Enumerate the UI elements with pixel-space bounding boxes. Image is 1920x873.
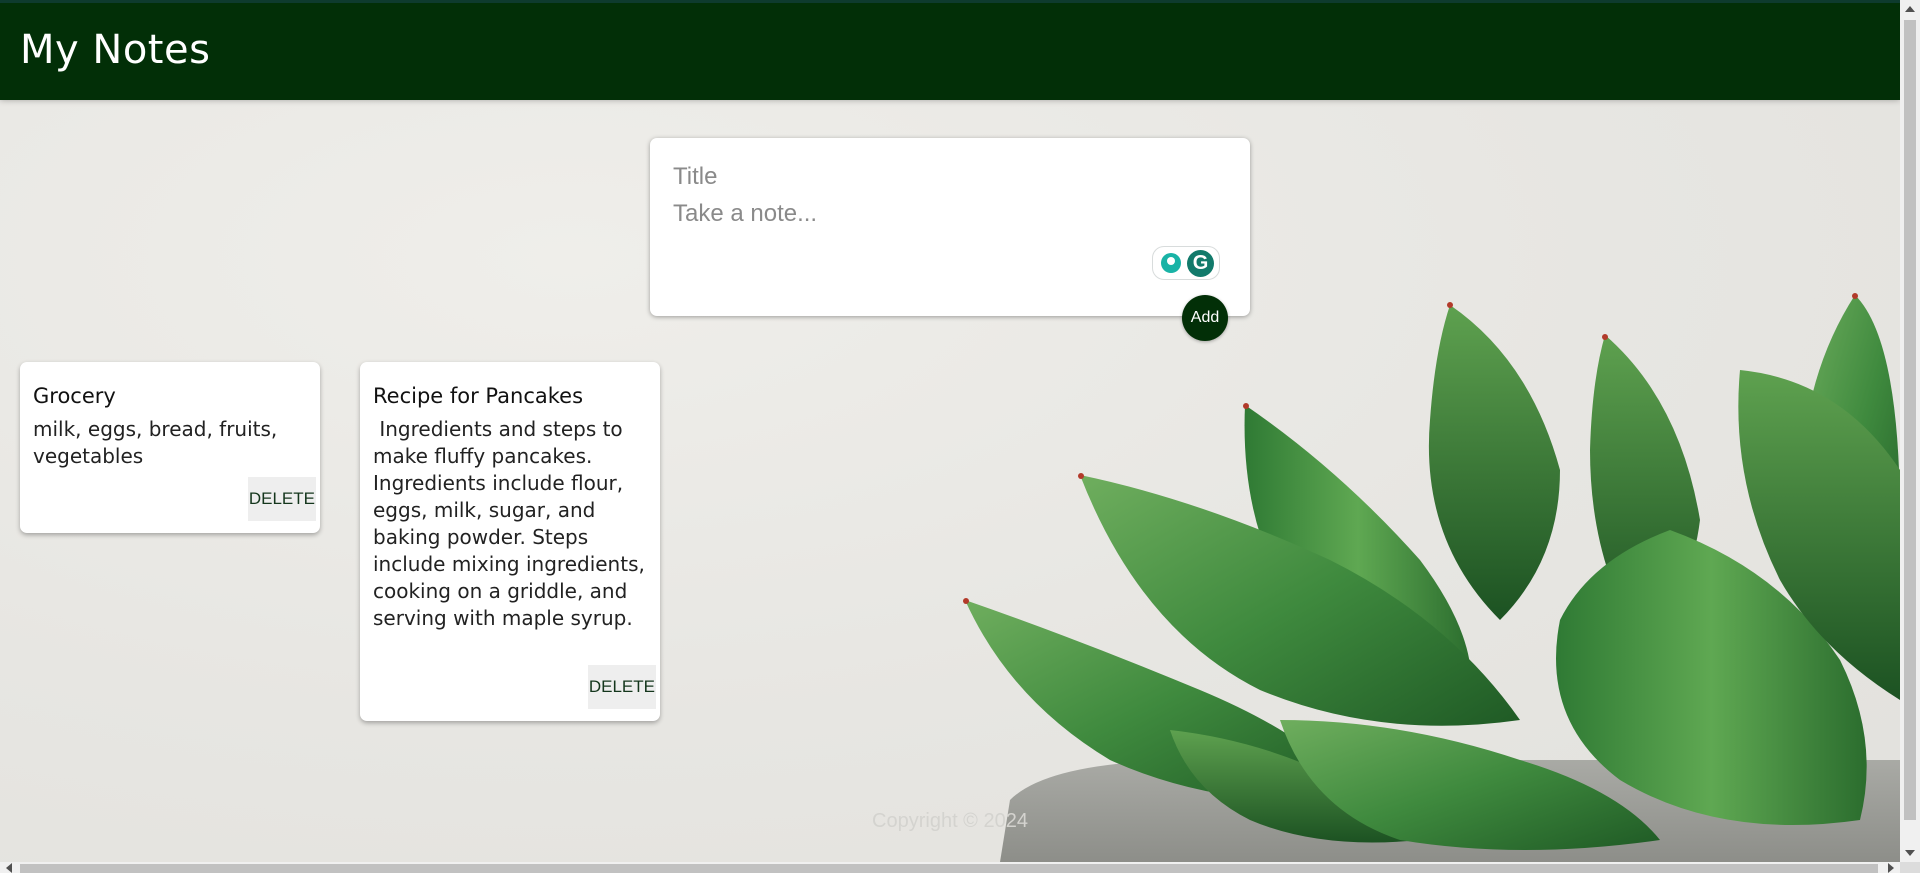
horizontal-scroll-thumb[interactable] bbox=[20, 864, 1878, 873]
grammarly-icon[interactable]: G bbox=[1187, 250, 1214, 277]
horizontal-scrollbar[interactable] bbox=[0, 862, 1900, 873]
copyright-text: Copyright © 2024 bbox=[872, 810, 1028, 832]
vertical-scroll-thumb[interactable] bbox=[1904, 20, 1916, 820]
lightbulb-icon[interactable] bbox=[1161, 253, 1181, 273]
app-header: My Notes bbox=[0, 0, 1900, 100]
scrollbar-corner bbox=[1900, 862, 1920, 873]
note-title: Recipe for Pancakes bbox=[373, 384, 584, 408]
grammarly-widget[interactable]: G bbox=[1152, 246, 1220, 280]
scroll-down-arrow-icon[interactable] bbox=[1905, 850, 1915, 856]
delete-note-button[interactable]: DELETE bbox=[587, 665, 656, 709]
create-note-form: G bbox=[650, 138, 1250, 316]
scroll-left-arrow-icon[interactable] bbox=[6, 863, 12, 873]
note-content: milk, eggs, bread, fruits, vegetables bbox=[33, 417, 284, 468]
scroll-up-arrow-icon[interactable] bbox=[1905, 6, 1915, 12]
delete-note-button[interactable]: DELETE bbox=[247, 477, 316, 521]
note-title: Grocery bbox=[33, 384, 116, 408]
note-content: Ingredients and steps to make fluffy pan… bbox=[373, 417, 652, 630]
page-footer: Copyright © 2024 bbox=[0, 810, 1900, 833]
add-note-button[interactable]: Add bbox=[1182, 295, 1228, 341]
app-title: My Notes bbox=[20, 27, 211, 73]
note-title-input[interactable] bbox=[673, 160, 1223, 194]
vertical-scrollbar[interactable] bbox=[1900, 0, 1920, 862]
note-content-input[interactable] bbox=[673, 200, 1223, 280]
note-card: Grocery milk, eggs, bread, fruits, veget… bbox=[20, 362, 320, 533]
note-card: Recipe for Pancakes Ingredients and step… bbox=[360, 362, 660, 721]
scroll-right-arrow-icon[interactable] bbox=[1888, 863, 1894, 873]
